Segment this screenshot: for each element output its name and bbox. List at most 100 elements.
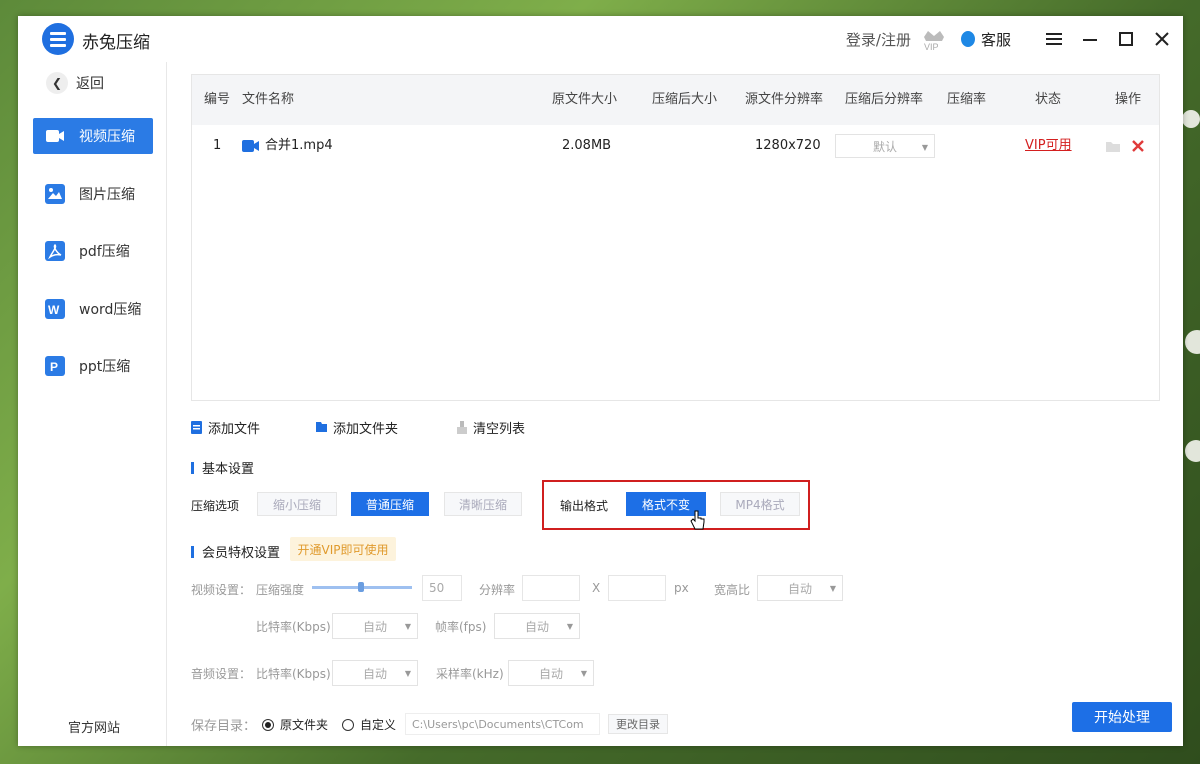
- sample-rate-select[interactable]: 自动 ▼: [508, 660, 594, 686]
- add-file-label: 添加文件: [208, 422, 261, 437]
- sidebar-item-label: ppt压缩: [79, 359, 131, 375]
- background-flower: [1182, 110, 1200, 128]
- sidebar-item-label: pdf压缩: [79, 244, 130, 260]
- row-original-size: 2.08MB: [562, 138, 612, 153]
- svg-text:P: P: [50, 360, 58, 374]
- row-target-resolution-select[interactable]: 默认 ▼: [835, 134, 935, 158]
- service-icon: [960, 31, 975, 47]
- save-dir-label: 保存目录：: [191, 719, 257, 734]
- strength-label: 压缩强度: [256, 583, 305, 597]
- resolution-width-input[interactable]: [522, 575, 580, 601]
- header-status: 状态: [1035, 92, 1062, 107]
- file-icon: [191, 421, 202, 434]
- background-flower: [1185, 440, 1200, 462]
- close-button[interactable]: [1145, 22, 1179, 56]
- save-path-input[interactable]: C:\Users\pc\Documents\CTCom: [405, 713, 600, 735]
- sidebar-item-video[interactable]: 视频压缩: [33, 118, 153, 154]
- start-process-button[interactable]: 开始处理: [1072, 702, 1172, 732]
- option-shrink-button[interactable]: 缩小压缩: [257, 492, 337, 516]
- slider-handle[interactable]: [358, 582, 364, 592]
- customer-service-button[interactable]: 客服: [960, 29, 1011, 50]
- login-register-link[interactable]: 登录/注册: [846, 29, 911, 50]
- clear-list-button[interactable]: 清空列表: [456, 418, 525, 437]
- radio-checked-icon: [262, 718, 274, 731]
- resolution-label: 分辨率: [479, 583, 516, 597]
- minimize-button[interactable]: [1073, 22, 1107, 56]
- header-filename: 文件名称: [242, 92, 295, 107]
- file-table: 编号 文件名称 原文件大小 压缩后大小 源文件分辨率 压缩后分辨率 压缩率 状态…: [191, 74, 1160, 401]
- basic-settings-title: 基本设置: [191, 458, 254, 477]
- vip-settings-title: 会员特权设置: [191, 542, 280, 561]
- aspect-value: 自动: [787, 581, 812, 596]
- sidebar-item-word[interactable]: W word压缩: [33, 291, 153, 327]
- sidebar-item-label: word压缩: [79, 302, 142, 318]
- background-flower: [1185, 330, 1200, 354]
- row-target-resolution-value: 默认: [872, 139, 897, 154]
- vip-crown-icon[interactable]: VIP: [921, 27, 947, 52]
- word-icon: W: [45, 299, 65, 319]
- official-website-link[interactable]: 官方网站: [68, 717, 120, 736]
- sample-rate-value: 自动: [538, 666, 563, 681]
- change-dir-button[interactable]: 更改目录: [608, 714, 668, 734]
- dropdown-arrow-icon: ▼: [829, 584, 836, 593]
- dropdown-arrow-icon: ▼: [566, 622, 573, 631]
- title-bar: 赤兔压缩 登录/注册 VIP 客服: [18, 16, 1183, 62]
- header-target-resolution: 压缩后分辨率: [845, 92, 924, 107]
- resolution-x-label: X: [592, 581, 601, 595]
- sidebar-item-image[interactable]: 图片压缩: [33, 176, 153, 212]
- resolution-height-input[interactable]: [608, 575, 666, 601]
- dropdown-arrow-icon: ▼: [404, 622, 411, 631]
- add-folder-button[interactable]: 添加文件夹: [316, 418, 398, 437]
- dropdown-arrow-icon: ▼: [921, 143, 928, 152]
- sidebar-item-label: 视频压缩: [79, 129, 135, 145]
- sidebar-item-pdf[interactable]: pdf压缩: [33, 233, 153, 269]
- table-row[interactable]: 1 合并1.mp4 2.08MB 1280x720 默认 ▼ VIP可用: [192, 125, 1159, 167]
- basic-settings-label: 基本设置: [202, 462, 255, 477]
- bitrate-label: 比特率(Kbps): [256, 620, 331, 634]
- video-settings-label: 视频设置：: [191, 583, 252, 597]
- audio-bitrate-select[interactable]: 自动 ▼: [332, 660, 418, 686]
- sidebar-divider: [166, 62, 167, 746]
- back-label: 返回: [76, 76, 104, 92]
- row-filename: 合并1.mp4: [242, 125, 333, 167]
- sidebar-item-ppt[interactable]: P ppt压缩: [33, 348, 153, 384]
- option-clear-button[interactable]: 清晰压缩: [444, 492, 522, 516]
- back-button[interactable]: ❮ 返回: [46, 72, 104, 94]
- header-source-resolution: 源文件分辨率: [745, 92, 824, 107]
- compress-option-label: 压缩选项: [191, 499, 240, 513]
- bitrate-value: 自动: [362, 619, 387, 634]
- vip-upgrade-tag[interactable]: 开通VIP即可使用: [290, 537, 396, 561]
- row-status-vip-link[interactable]: VIP可用: [1025, 125, 1072, 167]
- strength-slider[interactable]: [312, 582, 412, 592]
- add-folder-label: 添加文件夹: [333, 422, 399, 437]
- sidebar: ❮ 返回 视频压缩 图片压缩 pdf压缩 W word压缩 P ppt压缩 官方…: [18, 62, 166, 746]
- fps-label: 帧率(fps): [435, 620, 487, 634]
- header-actions: 操作: [1115, 92, 1142, 107]
- fps-select[interactable]: 自动 ▼: [494, 613, 580, 639]
- strength-value-input[interactable]: 50: [422, 575, 462, 601]
- menu-icon: [1046, 33, 1062, 45]
- app-title: 赤兔压缩: [82, 33, 150, 53]
- delete-icon[interactable]: [1131, 139, 1145, 153]
- clear-list-label: 清空列表: [473, 422, 526, 437]
- px-label: px: [674, 581, 689, 595]
- svg-text:VIP: VIP: [924, 42, 939, 51]
- add-file-button[interactable]: 添加文件: [191, 418, 260, 437]
- custom-folder-radio[interactable]: 自定义: [342, 716, 396, 733]
- dropdown-arrow-icon: ▼: [404, 669, 411, 678]
- folder-icon[interactable]: [1105, 139, 1121, 153]
- option-normal-button[interactable]: 普通压缩: [351, 492, 429, 516]
- sample-rate-label: 采样率(kHz): [436, 667, 504, 681]
- service-label: 客服: [980, 30, 1011, 49]
- svg-text:W: W: [48, 303, 60, 317]
- format-mp4-button[interactable]: MP4格式: [720, 492, 800, 516]
- maximize-button[interactable]: [1109, 22, 1143, 56]
- header-compressed-size: 压缩后大小: [652, 92, 718, 107]
- aspect-label: 宽高比: [714, 583, 751, 597]
- menu-button[interactable]: [1037, 22, 1071, 56]
- aspect-select[interactable]: 自动 ▼: [757, 575, 843, 601]
- row-actions: [1105, 125, 1145, 167]
- bitrate-select[interactable]: 自动 ▼: [332, 613, 418, 639]
- original-folder-radio[interactable]: 原文件夹: [262, 716, 328, 733]
- original-folder-label: 原文件夹: [280, 718, 329, 732]
